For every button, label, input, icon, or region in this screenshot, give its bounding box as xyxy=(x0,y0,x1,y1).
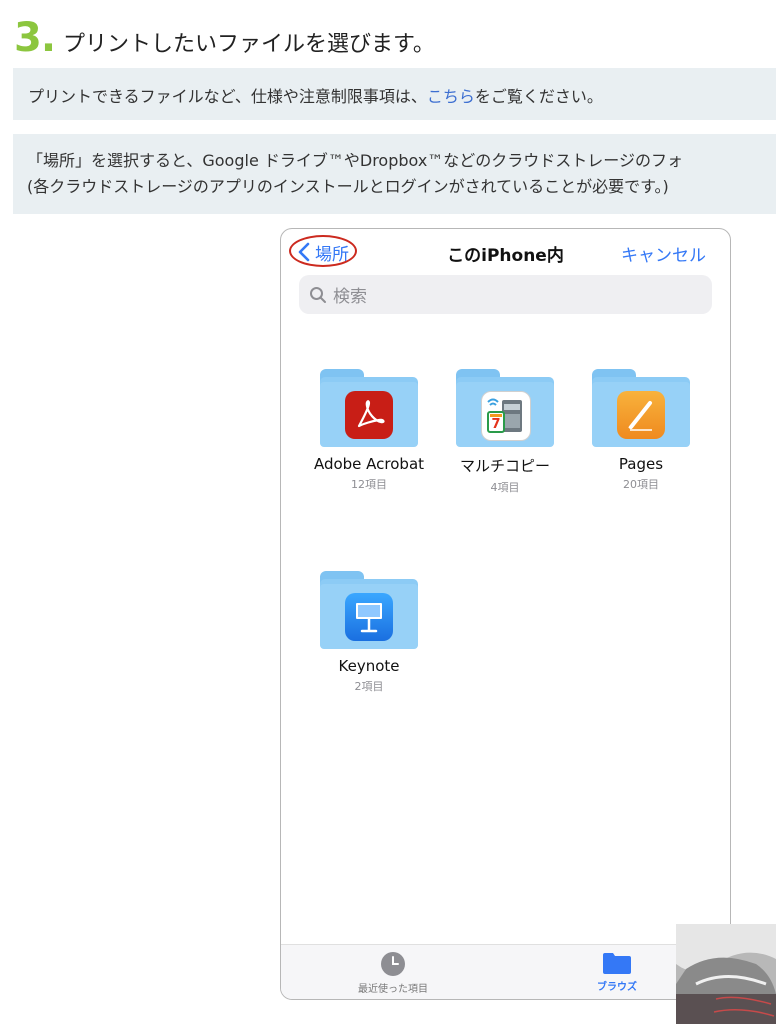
folder-count: 4項目 xyxy=(490,481,520,494)
keynote-app-icon xyxy=(345,593,393,641)
cloud-note-line-2: (各クラウドストレージのアプリのインストールとログインがされていることが必要です… xyxy=(27,177,669,196)
spec-link[interactable]: こちら xyxy=(427,87,475,106)
folder-name: Keynote xyxy=(338,657,400,675)
folder-count: 12項目 xyxy=(351,478,387,491)
cancel-button[interactable]: キャンセル xyxy=(621,241,706,266)
tab-bar: 最近使った項目 ブラウズ xyxy=(281,944,730,999)
multicopy-app-icon: 7 xyxy=(481,391,531,441)
folder-icon xyxy=(603,953,631,974)
tab-recents-label: 最近使った項目 xyxy=(358,984,428,995)
folder-item-multicopy[interactable]: 7 マルチコピー 4項目 xyxy=(445,369,565,495)
folder-item-pages[interactable]: Pages 20項目 xyxy=(581,369,701,492)
folder-count: 20項目 xyxy=(623,478,659,491)
folder-name: マルチコピー xyxy=(459,457,550,475)
folder-item-adobe-acrobat[interactable]: Adobe Acrobat 12項目 xyxy=(309,369,429,492)
acrobat-app-icon xyxy=(345,391,393,439)
spec-note-text: プリントできるファイルなど、仕様や注意制限事項は、 xyxy=(28,87,427,106)
search-input[interactable]: 検索 xyxy=(299,275,712,314)
spec-note: プリントできるファイルなど、仕様や注意制限事項は、こちらをご覧ください。 xyxy=(13,68,776,120)
search-placeholder: 検索 xyxy=(333,287,367,307)
tab-recents[interactable]: 最近使った項目 xyxy=(333,951,453,995)
tab-browse[interactable]: ブラウズ xyxy=(557,951,677,993)
step-title: プリントしたいファイルを選びます。 xyxy=(63,32,435,57)
step-heading: 3. プリントしたいファイルを選びます。 xyxy=(14,18,435,60)
spec-note-text-end: をご覧ください。 xyxy=(474,87,603,106)
folder-icon xyxy=(320,369,418,447)
folder-item-keynote[interactable]: Keynote 2項目 xyxy=(309,571,429,694)
thumbnail-image xyxy=(676,924,776,1024)
folder-count: 2項目 xyxy=(354,680,384,693)
tab-browse-label: ブラウズ xyxy=(597,982,637,993)
folder-name: Adobe Acrobat xyxy=(313,455,425,473)
folder-name: Pages xyxy=(618,455,664,473)
folder-icon xyxy=(320,571,418,649)
svg-text:7: 7 xyxy=(491,417,500,432)
folder-icon xyxy=(592,369,690,447)
folder-icon: 7 xyxy=(456,369,554,447)
cloud-storage-note: 「場所」を選択すると、Google ドライブ™やDropbox™などのクラウドス… xyxy=(13,134,776,214)
step-number: 3. xyxy=(14,15,56,61)
clock-icon xyxy=(381,952,405,976)
cloud-note-line-1: 「場所」を選択すると、Google ドライブ™やDropbox™などのクラウドス… xyxy=(27,151,683,170)
search-icon xyxy=(310,286,326,303)
pages-app-icon xyxy=(617,391,665,439)
file-picker-screen: 場所 このiPhone内 キャンセル 検索 Adobe Acrobat 12項目 xyxy=(280,228,731,1000)
